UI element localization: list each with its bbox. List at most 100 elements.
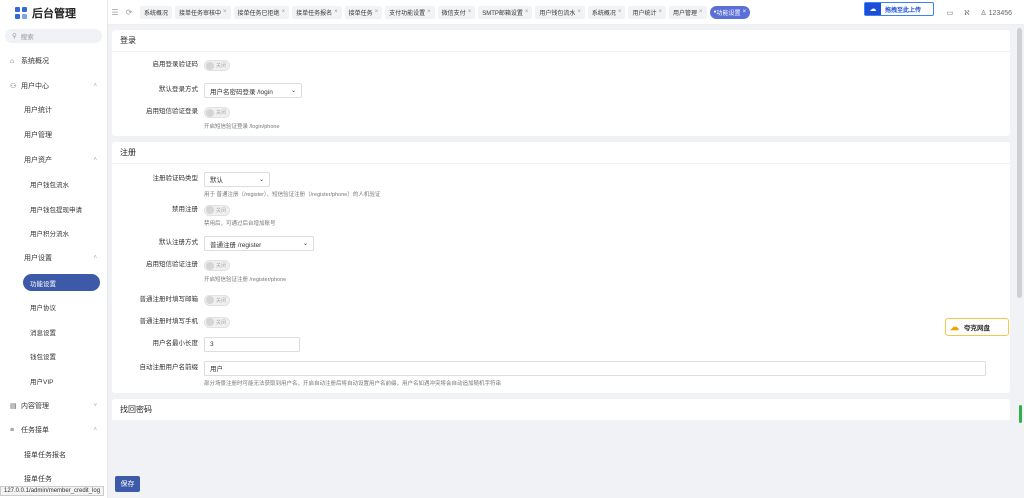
scrollbar[interactable] — [1017, 28, 1022, 298]
sidebar-item[interactable]: 功能设置 — [0, 270, 107, 295]
register-email-switch[interactable]: 关闭 — [204, 294, 230, 306]
switch-state: 关闭 — [216, 110, 227, 116]
close-icon[interactable]: × — [525, 9, 529, 15]
switch-state: 关闭 — [216, 263, 227, 269]
sidebar-item-label: 接单任务报名 — [24, 451, 66, 459]
quark-widget[interactable]: ☁ 夸克网盘 — [945, 318, 1009, 336]
close-icon[interactable]: × — [282, 9, 286, 15]
username-min-length-input[interactable]: 3 — [204, 336, 300, 352]
sidebar-item[interactable]: 用户钱包流水 — [0, 172, 107, 197]
sidebar-item[interactable]: 用户积分流水 — [0, 221, 107, 246]
tab[interactable]: 用户统计 × — [628, 5, 666, 19]
login-method-select[interactable]: 用户名密码登录 /login ⌄ — [204, 83, 302, 98]
tab-bar: 系统概况 接单任务审核中 × 接单任务已拒绝 × 接单任务报名 × 接单任务 × 支付功能设置 × 微… — [140, 5, 751, 19]
menu-toggle-icon[interactable]: ☰ — [108, 8, 122, 17]
close-icon[interactable]: × — [375, 9, 379, 15]
sidebar-search-input[interactable]: ⚲ 搜索 — [5, 29, 102, 43]
help-text: 开启短信验证登录 /login/phone — [204, 123, 280, 130]
tab[interactable]: 用户钱包流水 × — [535, 5, 585, 19]
sidebar-item-label: 用户中心 — [21, 82, 49, 90]
topbar-right: ▭ ℵ ♙ 123456 — [947, 0, 1012, 25]
sidebar-item[interactable]: 用户设置 ˄ — [0, 246, 107, 271]
register-disable-switch[interactable]: 关闭 — [204, 204, 230, 216]
save-button[interactable]: 保存 — [115, 476, 140, 492]
user-menu[interactable]: ♙ 123456 — [980, 9, 1012, 17]
close-icon[interactable]: × — [699, 9, 703, 15]
sidebar-item[interactable]: 用户协议 — [0, 295, 107, 320]
tab[interactable]: 系统概况 — [140, 5, 173, 19]
list-icon: ≡ — [10, 426, 15, 434]
help-text: 用于 普通注册（/register）、短信验证注册（/register/phon… — [204, 191, 381, 198]
close-icon[interactable]: × — [334, 9, 338, 15]
register-card: 注册 注册验证码类型 默认 ⌄ 用于 普通注册（/register）、短信验证注册… — [112, 141, 1010, 393]
sidebar-item[interactable]: 消息设置 — [0, 320, 107, 345]
tab[interactable]: ● 功能设置 × — [709, 5, 751, 19]
sidebar-item[interactable]: 用户统计 — [0, 98, 107, 123]
username-prefix-input[interactable]: 用户 — [204, 360, 986, 376]
tab[interactable]: 用户管理 × — [668, 5, 707, 19]
close-icon[interactable]: × — [743, 9, 747, 15]
sidebar-item-label: 系统概况 — [21, 58, 49, 66]
tab[interactable]: 支付功能设置 × — [385, 5, 435, 19]
sidebar-item[interactable]: 用户资产 ˄ — [0, 147, 107, 172]
sidebar-item-label: 用户钱包流水 — [30, 182, 69, 190]
sidebar-item-label: 用户积分流水 — [30, 231, 69, 239]
sidebar-item[interactable]: ≡ 任务接单 ˄ — [0, 418, 107, 443]
refresh-icon[interactable]: ⟳ — [122, 8, 136, 17]
topbar: ☰ ⟳ 系统概况 接单任务审核中 × 接单任务已拒绝 × 接单任务报名 × 接单任务 × 支付功能… — [108, 0, 1024, 25]
chevron-up-icon: ˄ — [93, 255, 97, 262]
sidebar-item[interactable]: ▤ 内容管理 ˅ — [0, 393, 107, 418]
tab-label: 微信支付 — [441, 10, 466, 17]
tab[interactable]: 微信支付 × — [437, 5, 476, 19]
close-icon[interactable]: × — [618, 9, 622, 15]
help-text: 开启短信验证注册 /register/phone — [204, 276, 287, 283]
close-icon[interactable]: × — [577, 9, 581, 15]
tab[interactable]: 接单任务已拒绝 × — [233, 5, 290, 19]
field-label: 启用短信验证登录 — [146, 108, 198, 115]
field-label: 默认注册方式 — [159, 239, 198, 246]
app-logo[interactable]: 后台管理 — [0, 0, 107, 25]
upload-button[interactable]: ☁ 拖拽至此上传 — [864, 2, 934, 16]
tab-label: 用户统计 — [632, 10, 657, 17]
tab[interactable]: SMTP邮箱设置 × — [478, 5, 533, 19]
cloud-icon: ☁ — [865, 3, 881, 15]
sidebar-item-label: 用户统计 — [24, 107, 52, 115]
register-sms-switch[interactable]: 关闭 — [204, 260, 230, 271]
tab[interactable]: 接单任务审核中 × — [175, 5, 231, 19]
sidebar-item-label: 任务接单 — [21, 427, 49, 435]
tab-label: 支付功能设置 — [389, 10, 426, 17]
monitor-icon[interactable]: ▭ — [947, 9, 954, 17]
user-icon: ♙ — [980, 9, 987, 17]
close-icon[interactable]: × — [468, 9, 472, 15]
tab[interactable]: 系统概况 × — [587, 5, 626, 19]
close-icon[interactable]: × — [658, 9, 662, 15]
sidebar-item-label: 用户设置 — [24, 255, 52, 263]
sidebar-item[interactable]: ⚇ 用户中心 ˄ — [0, 74, 107, 99]
sidebar-item[interactable]: ⌂ 系统概况 — [0, 49, 107, 74]
language-icon[interactable]: ℵ — [964, 9, 969, 17]
register-method-select[interactable]: 普通注册 /register ⌄ — [204, 236, 314, 251]
sidebar-item[interactable]: 钱包设置 — [0, 344, 107, 369]
app-title: 后台管理 — [32, 7, 76, 20]
login-captcha-switch[interactable]: 关闭 — [204, 60, 230, 71]
sidebar-item[interactable]: 接单任务报名 — [0, 443, 107, 468]
upload-label: 拖拽至此上传 — [885, 7, 922, 14]
close-icon[interactable]: × — [223, 9, 227, 15]
users-icon: ⚇ — [10, 82, 17, 90]
tab[interactable]: 接单任务报名 × — [292, 5, 342, 19]
chevron-up-icon: ˄ — [93, 427, 97, 434]
switch-state: 关闭 — [216, 207, 227, 214]
switch-state: 关闭 — [216, 63, 227, 69]
field-label: 用户名最小长度 — [152, 339, 199, 347]
close-icon[interactable]: × — [427, 9, 431, 15]
sidebar-item[interactable]: 用户钱包提现申请 — [0, 197, 107, 222]
sidebar-item[interactable]: 用户VIP — [0, 369, 107, 394]
register-phone-switch[interactable]: 关闭 — [204, 316, 230, 328]
field-label: 默认登录方式 — [159, 86, 198, 93]
field-label: 禁用注册 — [172, 205, 198, 213]
register-captcha-type-select[interactable]: 默认 ⌄ — [204, 171, 270, 187]
tab[interactable]: 接单任务 × — [344, 5, 383, 19]
field-label: 普通注册时填写手机 — [139, 317, 199, 325]
sidebar-item[interactable]: 用户管理 — [0, 123, 107, 148]
login-sms-switch[interactable]: 关闭 — [204, 107, 230, 118]
